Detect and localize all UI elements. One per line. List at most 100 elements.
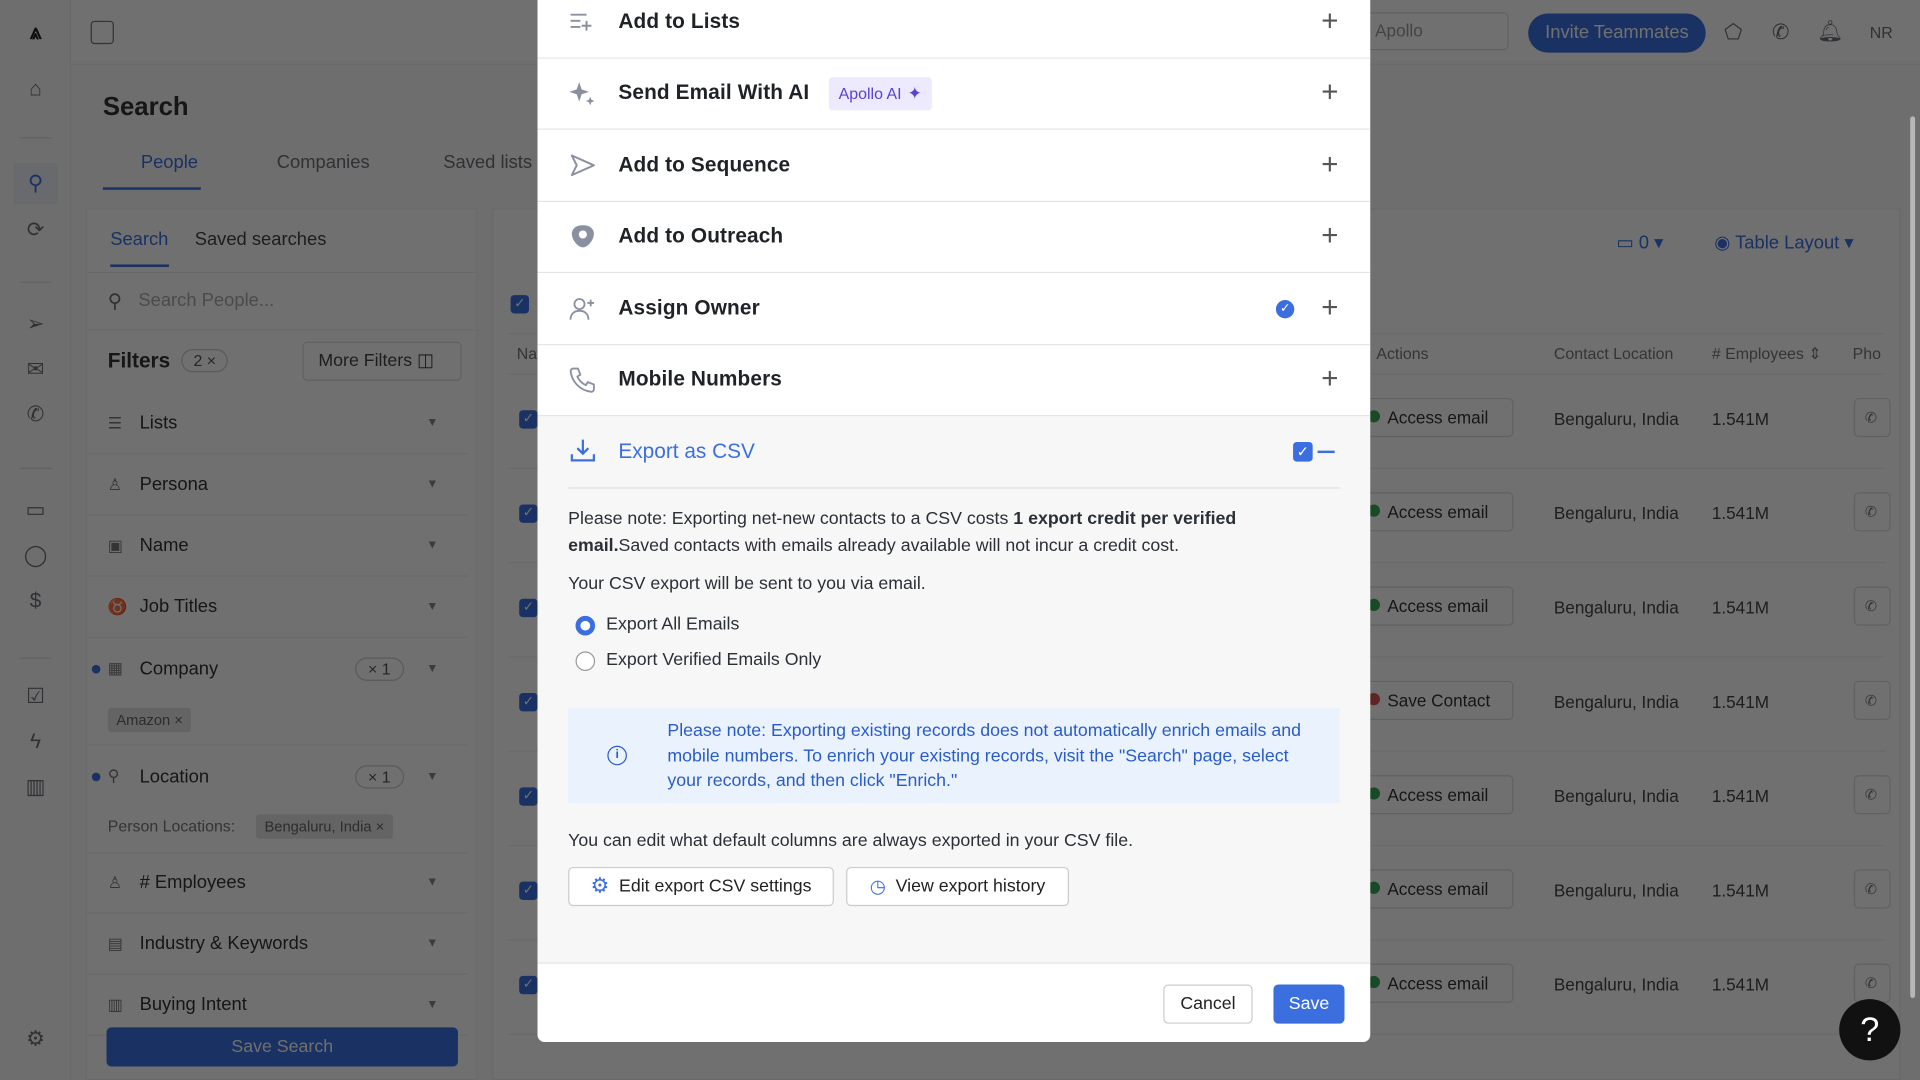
analytics-icon[interactable]: ▥ — [23, 775, 47, 799]
row-checkbox[interactable]: ✓ — [519, 504, 538, 523]
row-action-button[interactable]: Save Contact — [1361, 680, 1514, 721]
phone-icon[interactable]: ✆ — [23, 403, 47, 427]
refresh-icon[interactable]: ⟳ — [23, 218, 47, 242]
location-chip[interactable]: Bengaluru, India × — [255, 814, 393, 839]
plus-icon[interactable]: + — [1321, 365, 1338, 394]
plus-icon[interactable]: + — [1321, 6, 1338, 36]
row-checkbox[interactable]: ✓ — [519, 787, 538, 806]
row-phone-button[interactable]: ✆ — [1853, 397, 1891, 438]
help-button[interactable]: ? — [1839, 999, 1901, 1061]
collapse-icon[interactable] — [1317, 450, 1335, 454]
filters-count: 2 — [193, 351, 203, 370]
credits-dropdown[interactable]: ▭ 0 ▾ — [1616, 231, 1663, 254]
lightning-icon[interactable]: ϟ — [23, 730, 47, 754]
search-people-input[interactable]: Search People... — [138, 290, 274, 311]
cancel-button[interactable]: Cancel — [1163, 984, 1253, 1024]
calendar-icon[interactable]: ▭ — [23, 498, 47, 522]
filter-company[interactable]: ▦ Company × 1 ▼ — [86, 638, 468, 699]
more-filters-button[interactable]: More Filters ◫ — [302, 341, 462, 381]
action-mobile-numbers[interactable]: Mobile Numbers + — [537, 344, 1371, 417]
bell-icon[interactable]: 🔔︎ — [1817, 20, 1843, 44]
radio-export-verified-label[interactable]: Export Verified Emails Only — [606, 650, 821, 670]
column-header-location[interactable]: Contact Location — [1554, 344, 1673, 362]
dollar-icon[interactable]: $ — [23, 589, 47, 613]
integrations-icon[interactable]: ⬠ — [1724, 21, 1742, 45]
table-layout-dropdown[interactable]: ◉ Table Layout ▾ — [1714, 231, 1853, 254]
row-action-button[interactable]: Access email — [1361, 775, 1514, 815]
tab-companies[interactable]: Companies — [245, 152, 370, 173]
row-action-button[interactable]: Access email — [1361, 586, 1514, 626]
radio-export-all[interactable] — [575, 615, 596, 636]
download-icon — [569, 437, 596, 464]
filter-location[interactable]: ⚲ Location × 1 ▼ — [86, 746, 468, 807]
row-action-button[interactable]: Access email — [1361, 492, 1514, 532]
radio-export-all-label[interactable]: Export All Emails — [606, 615, 739, 635]
plus-icon[interactable]: + — [1321, 78, 1338, 108]
plus-icon[interactable]: + — [1321, 150, 1338, 179]
column-header-name[interactable]: Na — [517, 344, 537, 362]
sidebar-toggle-icon[interactable] — [90, 20, 114, 45]
row-checkbox[interactable]: ✓ — [519, 598, 538, 618]
row-action-button[interactable]: Access email — [1361, 397, 1514, 438]
apollo-logo-icon[interactable]: ⩓ — [23, 21, 47, 45]
tasks-icon[interactable]: ☑ — [23, 684, 47, 708]
invite-teammates-button[interactable]: Invite Teammates — [1528, 13, 1706, 53]
action-add-to-sequence[interactable]: Add to Sequence + — [537, 129, 1371, 202]
send-icon[interactable]: ➢ — [23, 312, 47, 336]
row-checkbox[interactable]: ✓ — [519, 693, 538, 712]
phone-icon[interactable]: ✆ — [1772, 21, 1789, 45]
filters-heading: Filters — [107, 348, 171, 373]
chat-icon[interactable]: ◯ — [23, 544, 47, 568]
left-nav: ⩓ ⌂ ⚲ ⟳ ➢ ✉ ✆ ▭ ◯ $ ☑ ϟ ▥ ⚙ — [0, 0, 72, 1080]
mail-icon[interactable]: ✉ — [23, 358, 47, 382]
row-phone-button[interactable]: ✆ — [1853, 586, 1891, 626]
subtab-search[interactable]: Search — [110, 229, 169, 267]
filter-lists[interactable]: ☰ Lists ▼ — [85, 393, 468, 455]
home-icon[interactable]: ⌂ — [23, 77, 47, 101]
row-action-button[interactable]: Access email — [1361, 869, 1514, 909]
row-phone-button[interactable]: ✆ — [1853, 869, 1891, 909]
company-chip[interactable]: Amazon × — [107, 707, 192, 733]
settings-icon[interactable]: ⚙ — [23, 1027, 47, 1051]
save-button[interactable]: Save — [1273, 984, 1345, 1024]
action-add-to-lists[interactable]: Add to Lists + — [537, 0, 1371, 59]
action-assign-owner[interactable]: Assign Owner ✓ + — [537, 273, 1371, 345]
select-all-checkbox[interactable]: ✓ — [510, 295, 529, 314]
save-search-button[interactable]: Save Search — [106, 1027, 458, 1067]
column-header-employees[interactable]: # Employees ⇕ — [1712, 344, 1822, 364]
action-add-to-outreach[interactable]: Add to Outreach + — [537, 201, 1371, 274]
plus-icon[interactable]: + — [1321, 221, 1338, 251]
view-export-history-button[interactable]: ◷ View export history — [846, 866, 1069, 907]
tab-saved-lists[interactable]: Saved lists — [414, 152, 532, 173]
export-csv-title[interactable]: Export as CSV — [618, 440, 755, 464]
search-icon[interactable]: ⚲ — [13, 162, 58, 205]
export-csv-checkbox[interactable]: ✓ — [1293, 442, 1313, 462]
row-phone-button[interactable]: ✆ — [1853, 492, 1891, 532]
row-phone-button[interactable]: ✆ — [1853, 775, 1891, 815]
filter-job-titles[interactable]: ♉ Job Titles ▼ — [85, 577, 468, 638]
row-location: Bengaluru, India — [1553, 786, 1679, 806]
row-checkbox[interactable]: ✓ — [519, 410, 538, 429]
subtab-saved-searches[interactable]: Saved searches — [195, 229, 327, 250]
global-search-input[interactable]: Apollo — [1359, 12, 1509, 51]
plus-icon[interactable]: + — [1321, 293, 1338, 323]
avatar[interactable]: NR — [1870, 23, 1893, 41]
column-header-phone[interactable]: Pho — [1853, 344, 1881, 362]
filter-employees[interactable]: ♙ # Employees ▼ — [85, 852, 468, 914]
row-location: Bengaluru, India — [1553, 408, 1679, 429]
tab-people[interactable]: People — [102, 152, 201, 190]
page-scrollbar[interactable] — [1910, 116, 1916, 998]
row-checkbox[interactable]: ✓ — [519, 881, 538, 901]
radio-export-verified[interactable] — [575, 651, 596, 672]
edit-export-settings-button[interactable]: ⚙ Edit export CSV settings — [568, 866, 834, 907]
row-checkbox[interactable]: ✓ — [519, 975, 538, 995]
filter-industry[interactable]: ▤ Industry & Keywords ▼ — [85, 913, 468, 975]
filter-persona[interactable]: ♙ Persona ▼ — [85, 454, 468, 516]
row-phone-button[interactable]: ✆ — [1853, 680, 1891, 721]
row-action-button[interactable]: Access email — [1361, 963, 1514, 1003]
filters-count-badge[interactable]: 2 × — [181, 348, 229, 373]
row-phone-button[interactable]: ✆ — [1853, 963, 1891, 1003]
filter-name[interactable]: ▣ Name ▼ — [85, 516, 468, 577]
column-header-actions[interactable]: Actions — [1376, 344, 1428, 362]
action-send-email-ai[interactable]: Send Email With AI Apollo AI ✦ + — [537, 58, 1371, 130]
